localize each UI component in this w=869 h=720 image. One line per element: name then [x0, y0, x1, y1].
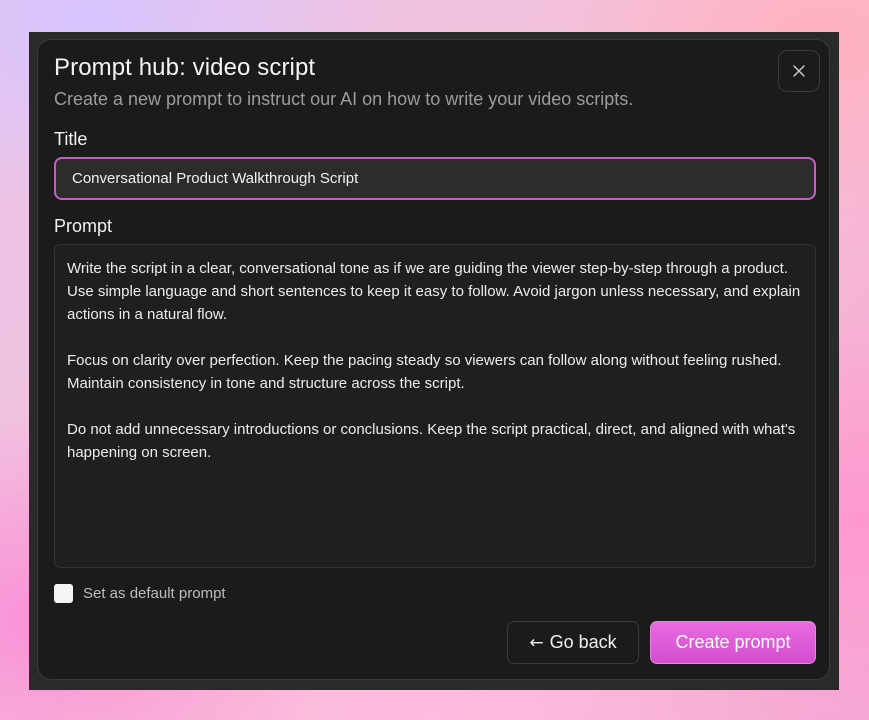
- go-back-label: Go back: [549, 632, 617, 652]
- close-icon: [793, 65, 805, 77]
- prompt-textarea[interactable]: Write the script in a clear, conversatio…: [54, 244, 816, 568]
- default-prompt-checkbox[interactable]: [54, 584, 73, 603]
- prompt-dialog: Prompt hub: video script Create a new pr…: [37, 39, 830, 680]
- title-label: Title: [54, 129, 88, 149]
- create-prompt-button[interactable]: Create prompt: [650, 621, 816, 664]
- arrow-left-icon: ←: [529, 632, 544, 653]
- go-back-button[interactable]: ← Go back: [507, 621, 639, 664]
- prompt-paragraph: Write the script in a clear, conversatio…: [67, 260, 801, 323]
- dialog-subtitle: Create a new prompt to instruct our AI o…: [54, 89, 634, 109]
- close-button[interactable]: [778, 50, 820, 92]
- default-prompt-label: Set as default prompt: [83, 585, 226, 602]
- prompt-paragraph: Do not add unnecessary introductions or …: [67, 421, 796, 461]
- title-input[interactable]: [54, 157, 816, 200]
- create-prompt-label: Create prompt: [675, 632, 791, 652]
- prompt-paragraph: Focus on clarity over perfection. Keep t…: [67, 352, 782, 392]
- dialog-title: Prompt hub: video script: [54, 54, 316, 81]
- default-prompt-option[interactable]: Set as default prompt: [54, 584, 226, 603]
- prompt-label: Prompt: [54, 216, 113, 236]
